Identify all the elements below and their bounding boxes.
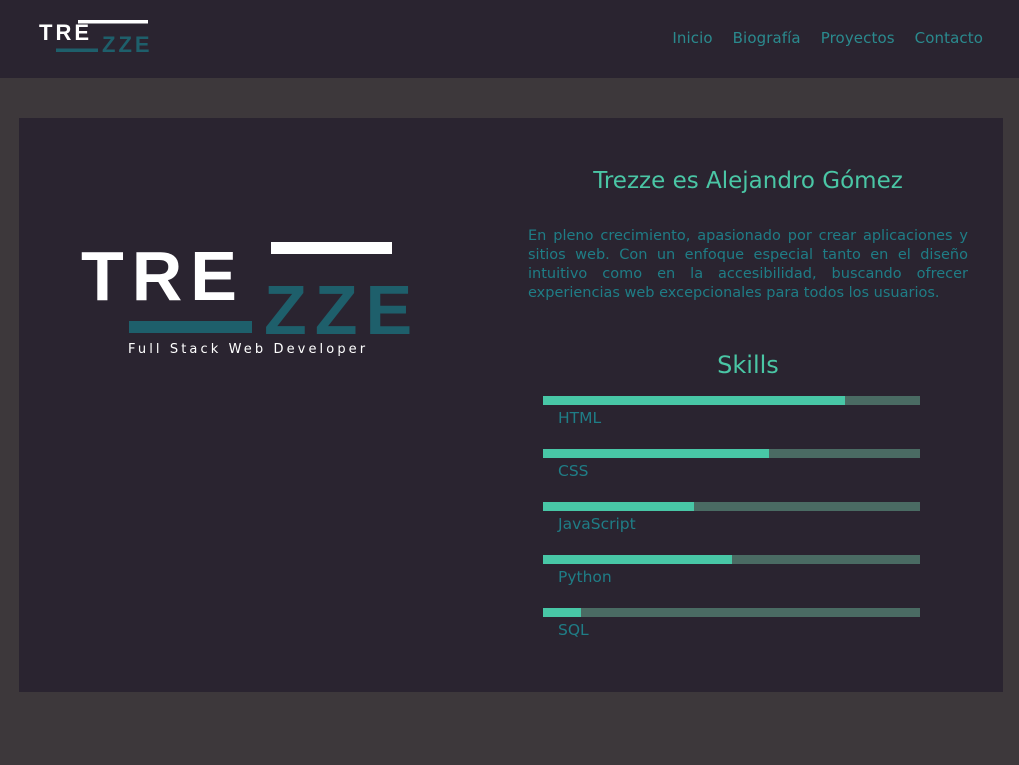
skill-bar [543, 502, 920, 511]
skill-bar-fill [543, 396, 845, 405]
skill-bar [543, 449, 920, 458]
bio-title: Trezze es Alejandro Gómez [593, 168, 903, 194]
hero-logo-top-text: TRE [81, 238, 245, 315]
skill-name: JavaScript [558, 515, 636, 533]
trezze-logo[interactable]: TRE ZZE [38, 18, 162, 58]
nav-proyectos[interactable]: Proyectos [821, 29, 895, 47]
skill-bar-fill [543, 555, 732, 564]
main-nav: Inicio Biografía Proyectos Contacto [672, 29, 983, 47]
nav-biografia[interactable]: Biografía [733, 29, 801, 47]
skill-bar-fill [543, 502, 694, 511]
skill-item: JavaScript [543, 502, 920, 555]
skills-list: HTML CSS JavaScript Python SQL [543, 396, 920, 661]
nav-inicio[interactable]: Inicio [672, 29, 712, 47]
hero-logo-bottom-text: ZZE [264, 271, 420, 349]
skill-name: Python [558, 568, 612, 586]
about-card: TRE ZZE Full Stack Web Developer Trezze … [19, 118, 1003, 692]
skill-name: CSS [558, 462, 589, 480]
hero-tagline: Full Stack Web Developer [128, 342, 369, 357]
skill-bar-fill [543, 449, 770, 458]
skill-bar [543, 608, 920, 617]
skill-name: SQL [558, 621, 589, 639]
logo-top-text: TRE [39, 20, 92, 45]
nav-contacto[interactable]: Contacto [915, 29, 983, 47]
skill-item: Python [543, 555, 920, 608]
logo-bottom-text: ZZE [102, 32, 153, 57]
bio-text: En pleno crecimiento, apasionado por cre… [528, 228, 968, 301]
site-header: TRE ZZE Inicio Biografía Proyectos Conta… [0, 0, 1019, 78]
skills-title: Skills [717, 351, 779, 379]
skill-bar [543, 396, 920, 405]
skill-bar-fill [543, 608, 581, 617]
skill-name: HTML [558, 409, 602, 427]
skill-item: SQL [543, 608, 920, 661]
skill-item: HTML [543, 396, 920, 449]
skill-item: CSS [543, 449, 920, 502]
skill-bar [543, 555, 920, 564]
